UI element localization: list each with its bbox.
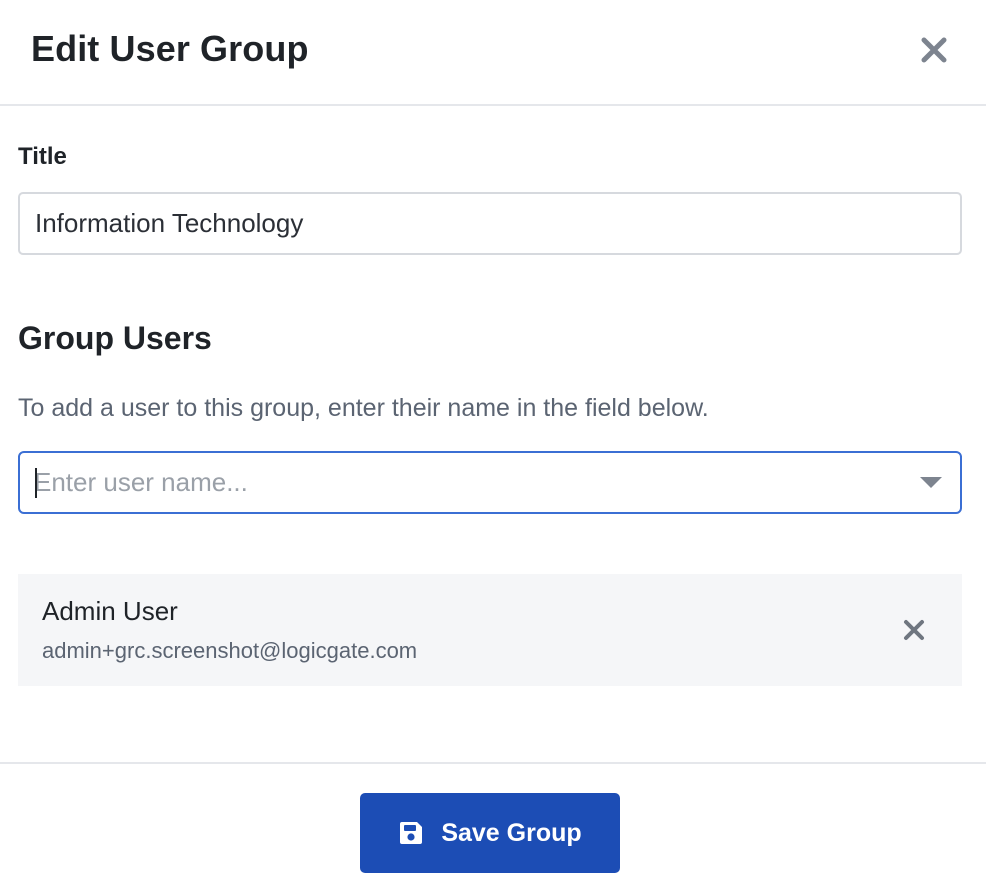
group-user-name: Admin User (42, 596, 178, 626)
group-user-item: Admin User admin+grc.screenshot@logicgat… (18, 574, 962, 686)
text-cursor (35, 468, 37, 498)
title-input[interactable] (18, 192, 962, 255)
group-users-heading: Group Users (18, 320, 212, 356)
user-search-select[interactable] (18, 451, 962, 514)
group-user-email: admin+grc.screenshot@logicgate.com (42, 638, 418, 663)
dialog-title: Edit User Group (31, 28, 309, 69)
close-dialog-button[interactable] (914, 30, 954, 70)
dialog-header: Edit User Group (0, 0, 986, 106)
user-search-input[interactable] (34, 453, 894, 512)
remove-user-button[interactable] (898, 614, 930, 646)
save-group-label: Save Group (441, 818, 582, 847)
title-label: Title (18, 143, 67, 170)
chevron-down-icon[interactable] (920, 477, 942, 488)
dialog-footer: Save Group (0, 762, 986, 894)
floppy-disk-icon (398, 820, 424, 846)
save-group-button[interactable]: Save Group (360, 793, 620, 873)
close-icon (904, 620, 924, 640)
group-users-help-text: To add a user to this group, enter their… (18, 394, 709, 422)
edit-user-group-dialog: Edit User Group Title Group Users To add… (0, 0, 986, 894)
close-icon (921, 37, 947, 63)
